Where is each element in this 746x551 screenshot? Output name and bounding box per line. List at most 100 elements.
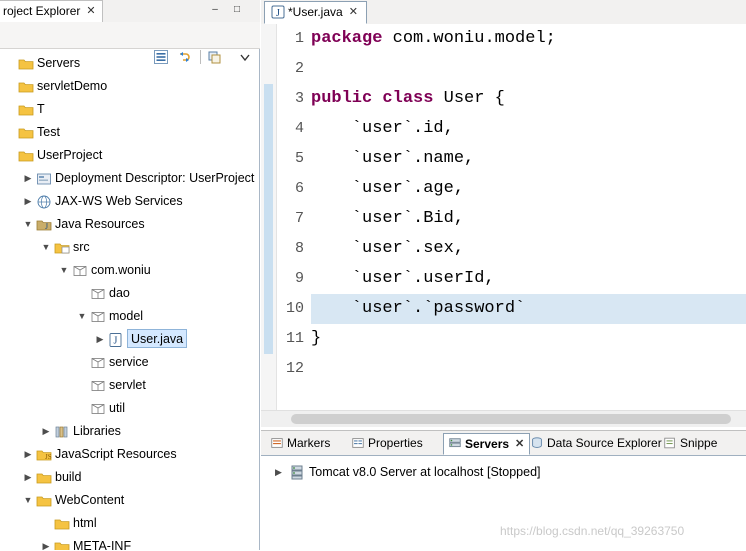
code-line[interactable]: public class User { <box>311 84 746 114</box>
close-icon[interactable]: ✕ <box>86 4 95 17</box>
code-line[interactable]: `user`.sex, <box>311 234 746 264</box>
servers-icon <box>448 437 462 451</box>
folder-icon <box>18 56 34 72</box>
tree-item-servers[interactable]: Servers <box>0 52 259 75</box>
code-line[interactable]: `user`.userId, <box>311 264 746 294</box>
tree-item-t[interactable]: T <box>0 98 259 121</box>
maximize-icon[interactable]: □ <box>230 4 244 18</box>
package-icon <box>72 263 88 279</box>
tree-item-label: Servers <box>37 56 81 70</box>
code-line[interactable]: `user`.Bid, <box>311 204 746 234</box>
tree-item-java-resources[interactable]: ▼ J Java Resources <box>0 213 259 236</box>
project-tree[interactable]: Servers servletDemo T Test UserProject ▶ Deplo… <box>0 52 259 550</box>
tree-item-label: Test <box>37 125 60 139</box>
tab-servers[interactable]: Servers ✕ <box>443 433 531 455</box>
tree-item-label: Deployment Descriptor: UserProject <box>55 171 255 185</box>
tree-item-util[interactable]: util <box>0 397 259 420</box>
tab-project-explorer[interactable]: roject Explorer ✕ <box>0 0 103 22</box>
expand-arrow-icon[interactable]: ▶ <box>40 535 52 550</box>
tree-item-test[interactable]: Test <box>0 121 259 144</box>
tree-item-service[interactable]: service <box>0 351 259 374</box>
tab-markers[interactable]: Markers <box>266 433 335 455</box>
code-line[interactable] <box>311 54 746 84</box>
tab-data-source-explorer[interactable]: Data Source Explorer <box>526 433 667 455</box>
editor-change-ruler <box>261 24 277 410</box>
tree-item-label: META-INF <box>73 539 132 550</box>
expand-arrow-icon[interactable]: ▶ <box>94 328 106 351</box>
collapse-arrow-icon[interactable]: ▼ <box>76 305 88 328</box>
jsresources-icon: JS <box>36 447 52 463</box>
srcfolder-icon <box>54 240 70 256</box>
folder-icon <box>18 148 34 164</box>
tree-item-com-woniu[interactable]: ▼ com.woniu <box>0 259 259 282</box>
tree-item-html[interactable]: html <box>0 512 259 535</box>
tree-item-model[interactable]: ▼ model <box>0 305 259 328</box>
tree-item-dao[interactable]: dao <box>0 282 259 305</box>
tree-item-src[interactable]: ▼ src <box>0 236 259 259</box>
tree-item-servlet[interactable]: servlet <box>0 374 259 397</box>
jaxws-icon <box>36 194 52 210</box>
svg-text:JS: JS <box>45 453 52 461</box>
tree-item-label: T <box>37 102 45 116</box>
code-text-span: `user`.id, <box>311 119 454 138</box>
server-name-label: Tomcat v8.0 Server at localhost <box>309 465 484 479</box>
tab-properties[interactable]: Properties <box>347 433 428 455</box>
tab-snippe[interactable]: Snippe <box>659 433 722 455</box>
close-icon[interactable]: ✕ <box>515 437 524 450</box>
code-text[interactable]: package com.woniu.model; public class Use… <box>311 24 746 410</box>
tree-item-javascript-resources[interactable]: ▶ JS JavaScript Resources <box>0 443 259 466</box>
close-icon[interactable]: ✕ <box>349 5 358 18</box>
tree-item-jax-ws-web-services[interactable]: ▶ JAX-WS Web Services <box>0 190 259 213</box>
tree-item-webcontent[interactable]: ▼ WebContent <box>0 489 259 512</box>
line-number: 8 <box>294 240 304 257</box>
code-line[interactable]: `user`.name, <box>311 144 746 174</box>
line-number: 10 <box>285 300 304 317</box>
code-line[interactable]: `user`.`password` <box>311 294 746 324</box>
svg-text:J: J <box>114 336 118 347</box>
code-line[interactable]: } <box>311 324 746 354</box>
tree-item-deployment-descriptor-userproject[interactable]: ▶ Deployment Descriptor: UserProject <box>0 167 259 190</box>
code-text-span: com.woniu.model; <box>382 29 556 48</box>
collapse-arrow-icon[interactable]: ▼ <box>40 236 52 259</box>
tree-item-build[interactable]: ▶ build <box>0 466 259 489</box>
code-line[interactable]: `user`.age, <box>311 174 746 204</box>
line-number: 11 <box>285 330 304 347</box>
collapse-arrow-icon[interactable]: ▼ <box>58 259 70 282</box>
editor-area: J *User.java ✕ 1 2 3 4 5 6 7 8 9 10 11 12 package co… <box>261 0 746 430</box>
tree-item-meta-inf[interactable]: ▶ META-INF <box>0 535 259 550</box>
tree-item-label: dao <box>109 286 130 300</box>
folder-icon <box>36 493 52 509</box>
expand-arrow-icon[interactable]: ▶ <box>22 443 34 466</box>
code-line[interactable] <box>311 354 746 384</box>
tab-label: Snippe <box>680 436 718 450</box>
scrollbar-thumb[interactable] <box>291 414 731 424</box>
editor-horizontal-scrollbar[interactable]: ◀ <box>261 410 746 427</box>
server-list-row[interactable]: ▶ Tomcat v8.0 Server at localhost [Stopp… <box>261 461 746 483</box>
code-line[interactable]: `user`.id, <box>311 114 746 144</box>
javafile-icon: J <box>108 332 124 348</box>
expand-arrow-icon[interactable]: ▶ <box>275 461 282 483</box>
tree-item-user-java[interactable]: ▶ J User.java <box>0 328 259 351</box>
snippets-icon <box>663 436 677 450</box>
expand-arrow-icon[interactable]: ▶ <box>40 420 52 443</box>
collapse-arrow-icon[interactable]: ▼ <box>22 489 34 512</box>
expand-arrow-icon[interactable]: ▶ <box>22 466 34 489</box>
tab-label: Data Source Explorer <box>547 436 662 450</box>
tree-item-label: JavaScript Resources <box>55 447 177 461</box>
server-status-label: [Stopped] <box>487 465 541 479</box>
tree-item-libraries[interactable]: ▶ Libraries <box>0 420 259 443</box>
tree-item-servletdemo[interactable]: servletDemo <box>0 75 259 98</box>
code-text-span: } <box>311 329 322 348</box>
folder-icon <box>18 102 34 118</box>
tree-item-label: util <box>109 401 125 415</box>
tab-user-java[interactable]: J *User.java ✕ <box>264 1 367 24</box>
code-editor[interactable]: 1 2 3 4 5 6 7 8 9 10 11 12 package com.woniu.model;… <box>261 24 746 410</box>
tree-item-userproject[interactable]: UserProject <box>0 144 259 167</box>
code-text-span: `user`.`password` <box>311 299 526 318</box>
expand-arrow-icon[interactable]: ▶ <box>22 167 34 190</box>
expand-arrow-icon[interactable]: ▶ <box>22 190 34 213</box>
code-line[interactable]: package com.woniu.model; <box>311 24 746 54</box>
collapse-arrow-icon[interactable]: ▼ <box>22 213 34 236</box>
code-text-span: `user`.age, <box>311 179 465 198</box>
minimize-icon[interactable]: – <box>208 4 222 18</box>
